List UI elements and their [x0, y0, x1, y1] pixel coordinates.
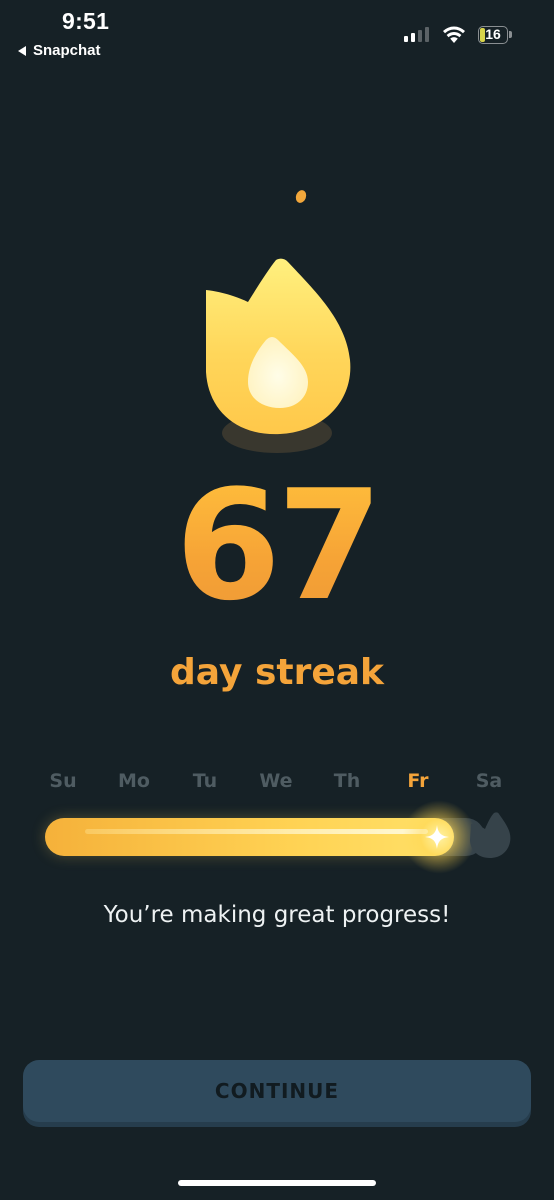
back-to-app-link[interactable]: Snapchat [18, 42, 101, 59]
streak-count: 67 [0, 470, 554, 622]
week-progress-bar [45, 800, 485, 874]
day-label: We [259, 770, 293, 792]
progress-shine [85, 829, 429, 834]
wifi-icon [443, 26, 465, 43]
sparkle-icon [425, 825, 450, 849]
goal-flame-icon [470, 812, 511, 858]
home-indicator[interactable] [178, 1180, 376, 1186]
week-progress-fill [45, 800, 477, 874]
day-label: Su [49, 770, 77, 792]
spark-icon [294, 188, 308, 205]
encouragement-message: You’re making great progress! [103, 902, 451, 928]
streak-label: day streak [170, 652, 384, 693]
flame-icon [206, 258, 351, 453]
day-label: Th [333, 770, 361, 792]
continue-button[interactable]: CONTINUE [23, 1060, 531, 1122]
status-time: 9:51 [62, 8, 110, 34]
back-arrow-icon [18, 45, 26, 56]
day-label: Mo [118, 770, 150, 792]
week-days: Su Mo Tu We Th Fr Sa [28, 770, 524, 792]
streak-screen: 9:51 Snapchat 16 67 day streak Su Mo Tu … [0, 0, 554, 1200]
day-label-active: Fr [407, 770, 429, 792]
day-label: Tu [192, 770, 218, 792]
back-app-label: Snapchat [33, 42, 101, 59]
day-label: Sa [475, 770, 503, 792]
battery-tip [509, 31, 512, 38]
battery-icon: 16 [478, 26, 508, 44]
cellular-signal-icon [404, 27, 429, 42]
battery-percentage: 16 [485, 26, 501, 42]
